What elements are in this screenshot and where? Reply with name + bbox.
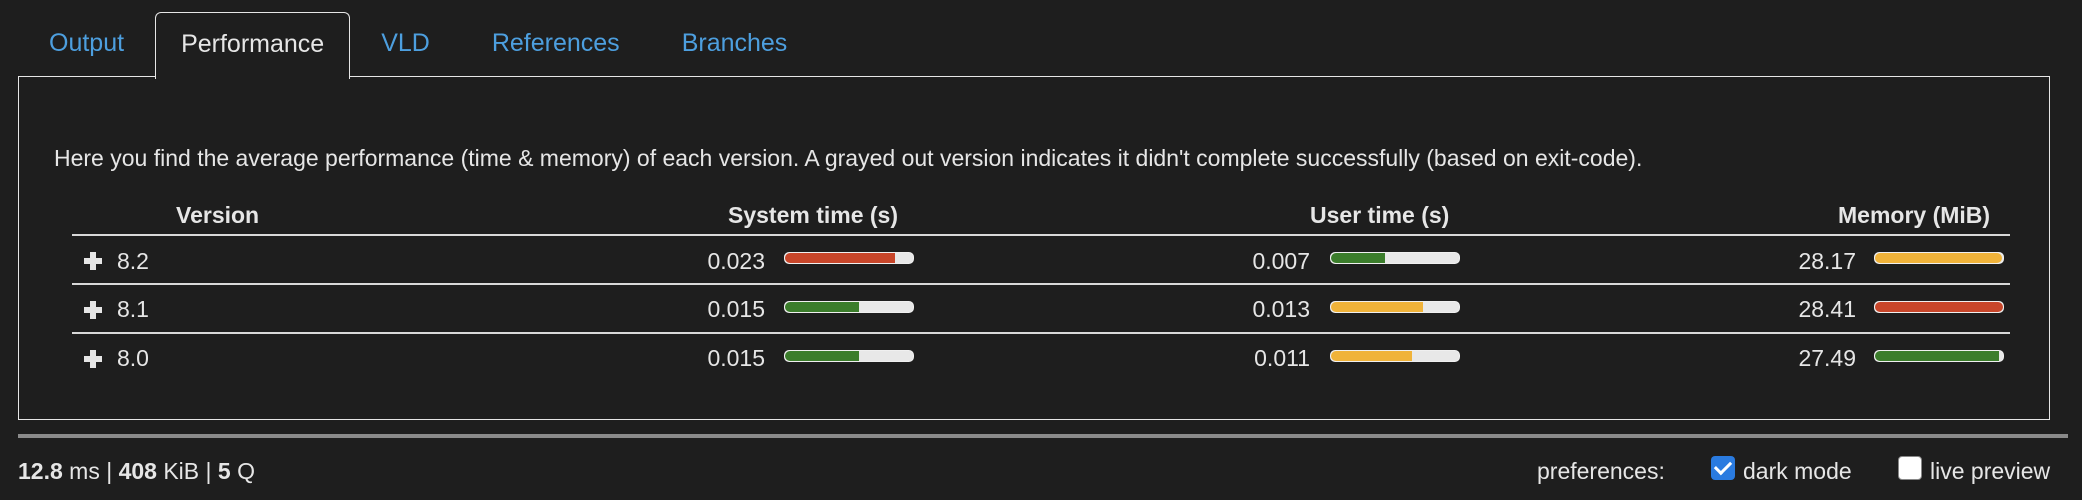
preferences-label: preferences:: [1537, 458, 1665, 484]
memory-bar: [1874, 350, 2004, 362]
dark-mode-label[interactable]: dark mode: [1743, 458, 1852, 485]
stats-query-unit: Q: [230, 458, 255, 484]
performance-intro-text: Here you find the average performance (t…: [54, 145, 1643, 171]
footer-divider: [18, 434, 2068, 438]
memory-value: 27.49: [1798, 345, 1856, 371]
column-header-version: Version: [176, 202, 260, 228]
user-time-value: 0.007: [1252, 248, 1310, 274]
system-time-value: 0.015: [707, 296, 765, 322]
tab-branches[interactable]: Branches: [651, 12, 819, 78]
stats-memory-unit: KiB |: [156, 458, 218, 484]
row-divider: [72, 332, 2010, 334]
stats-time-value: 12.8: [18, 458, 63, 484]
stats-query-value: 5: [217, 458, 231, 484]
system-time-value: 0.015: [707, 345, 765, 371]
expand-icon[interactable]: [84, 252, 102, 270]
version-label: 8.0: [117, 345, 149, 371]
stats-time-unit: ms |: [62, 458, 119, 484]
dark-mode-checkbox[interactable]: [1711, 456, 1735, 480]
system-time-bar: [784, 301, 914, 313]
version-label: 8.1: [117, 296, 149, 322]
memory-value: 28.17: [1798, 248, 1856, 274]
tab-output[interactable]: Output: [18, 12, 155, 78]
column-header-memory: Memory (MiB): [1838, 202, 1991, 228]
tab-performance[interactable]: Performance: [155, 12, 351, 79]
tab-vld[interactable]: VLD: [350, 12, 461, 78]
expand-icon[interactable]: [84, 301, 102, 319]
column-header-user-time: User time (s): [1310, 202, 1450, 228]
user-time-bar: [1330, 301, 1460, 313]
system-time-bar: [784, 350, 914, 362]
live-preview-checkbox[interactable]: [1898, 456, 1922, 480]
memory-value: 28.41: [1798, 296, 1856, 322]
system-time-bar: [784, 252, 914, 264]
live-preview-label[interactable]: live preview: [1930, 458, 2050, 485]
header-divider: [72, 234, 2010, 236]
system-time-value: 0.023: [707, 248, 765, 274]
memory-bar: [1874, 252, 2004, 264]
user-time-bar: [1330, 252, 1460, 264]
user-time-bar: [1330, 350, 1460, 362]
stats-memory-value: 408: [118, 458, 157, 484]
row-divider: [72, 283, 2010, 285]
user-time-value: 0.011: [1254, 345, 1310, 371]
tab-references[interactable]: References: [461, 12, 651, 78]
performance-panel: [18, 76, 2050, 420]
column-header-system-time: System time (s): [728, 202, 899, 228]
version-label: 8.2: [117, 248, 149, 274]
request-stats: 12.8 ms | 408 KiB | 5 Q: [18, 458, 255, 485]
memory-bar: [1874, 301, 2004, 313]
expand-icon[interactable]: [84, 350, 102, 368]
user-time-value: 0.013: [1252, 296, 1310, 322]
tab-bar: Output Performance VLD References Branch…: [18, 12, 819, 79]
